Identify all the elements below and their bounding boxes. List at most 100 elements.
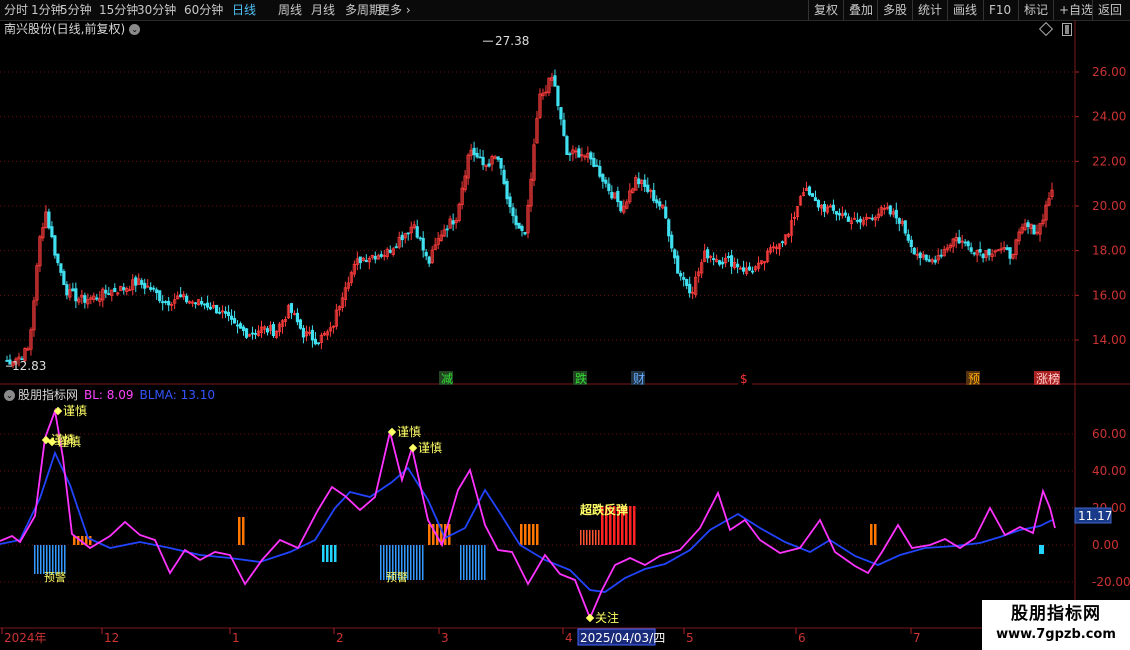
- candle-body: [65, 284, 69, 296]
- indicator-axis-label: 0.00: [1092, 538, 1119, 552]
- warning-bar: [383, 545, 385, 580]
- candle-body: [924, 254, 928, 261]
- candle-body: [250, 332, 255, 335]
- candle-body: [981, 253, 985, 259]
- indicator-axis-label: -20.00: [1092, 575, 1130, 589]
- candle-body: [616, 190, 620, 203]
- candle-body: [316, 342, 321, 345]
- cyan-bar: [1039, 545, 1044, 554]
- candle-body: [74, 288, 78, 302]
- candle-body: [939, 254, 943, 257]
- candle-body: [741, 267, 746, 272]
- time-axis-label: 12: [104, 631, 119, 645]
- signal-label: 超跌反弹: [579, 502, 628, 517]
- candle-body: [295, 312, 300, 323]
- warning-bar: [40, 545, 42, 574]
- candle-body: [658, 201, 662, 207]
- time-axis-label: 7: [913, 631, 921, 645]
- orange-bar: [428, 524, 431, 545]
- warning-bar: [478, 545, 480, 580]
- red-bar: [598, 530, 600, 545]
- cyan-bar: [326, 545, 329, 562]
- high-price-label: 27.38: [495, 34, 529, 48]
- candle-body: [595, 164, 599, 167]
- candle-body: [472, 147, 476, 156]
- annotation-marker: [585, 613, 595, 623]
- warning-bar: [466, 545, 468, 580]
- candle-body: [966, 241, 970, 247]
- candle-body: [927, 259, 931, 262]
- candle-body: [963, 241, 967, 244]
- warning-bar: [46, 545, 48, 574]
- price-axis-label: 18.00: [1092, 244, 1126, 258]
- candle-body: [83, 295, 87, 303]
- candle-body: [379, 254, 383, 257]
- candle-body: [888, 205, 892, 215]
- candle-body: [972, 252, 976, 255]
- candle-body: [301, 327, 306, 338]
- candle-body: [816, 199, 821, 208]
- candle-body: [652, 190, 656, 202]
- warning-bar: [52, 545, 54, 574]
- candle-body: [810, 193, 815, 197]
- candle-body: [679, 272, 683, 277]
- candle-body: [406, 232, 410, 235]
- candle-body: [95, 297, 99, 300]
- candle-body: [56, 253, 60, 264]
- candle-body: [577, 148, 581, 158]
- candle-body: [565, 136, 569, 155]
- candle-body: [8, 359, 12, 365]
- warning-bar: [61, 545, 63, 574]
- annotation-label: 谨慎: [397, 425, 421, 439]
- candle-body: [685, 279, 689, 286]
- candle-body: [203, 303, 207, 306]
- red-bar: [595, 530, 597, 545]
- candle-body: [232, 318, 237, 324]
- candle-body: [388, 249, 392, 253]
- candle-body: [152, 287, 156, 290]
- candle-body: [1008, 247, 1012, 259]
- indicator-axis-label: 60.00: [1092, 427, 1126, 441]
- candle-body: [487, 163, 491, 167]
- candle-body: [164, 301, 168, 304]
- orange-bar: [528, 524, 531, 545]
- candle-body: [253, 332, 258, 335]
- candle-body: [134, 277, 138, 286]
- candle-body: [834, 211, 839, 215]
- candle-body: [858, 218, 862, 223]
- orange-bar: [536, 524, 539, 545]
- candle-body: [957, 237, 961, 244]
- candle-body: [161, 301, 165, 304]
- warning-bar: [463, 545, 465, 580]
- candle-body: [607, 183, 611, 192]
- blma-line: [0, 450, 1053, 593]
- orange-bar: [524, 524, 527, 545]
- candle-body: [750, 270, 755, 273]
- candle-body: [313, 338, 318, 345]
- candle-body: [987, 248, 991, 256]
- candle-body: [562, 119, 566, 136]
- candle-body: [113, 287, 117, 293]
- candle-body: [481, 156, 485, 166]
- candle-body: [619, 200, 623, 212]
- candle-body: [556, 85, 560, 107]
- event-tag: 跌: [575, 371, 587, 386]
- stock-chart[interactable]: 26.0024.0022.0020.0018.0016.0014.0060.00…: [0, 0, 1130, 650]
- warning-bar: [43, 545, 45, 574]
- candle-body: [511, 207, 515, 217]
- warning-bar: [475, 545, 477, 580]
- price-axis-label: 16.00: [1092, 288, 1126, 302]
- candle-body: [155, 289, 159, 294]
- price-axis-label: 22.00: [1092, 154, 1126, 168]
- date-cursor-label: 2025/04/03/四: [580, 631, 665, 645]
- warning-bar: [34, 545, 36, 574]
- candle-body: [822, 204, 827, 212]
- red-bar: [633, 506, 636, 545]
- orange-bar: [874, 524, 877, 545]
- candle-body: [601, 174, 605, 182]
- candle-body: [415, 226, 419, 238]
- candle-body: [721, 261, 725, 265]
- candle-body: [664, 206, 668, 219]
- current-value: 11.17: [1078, 509, 1112, 523]
- candle-body: [670, 234, 674, 249]
